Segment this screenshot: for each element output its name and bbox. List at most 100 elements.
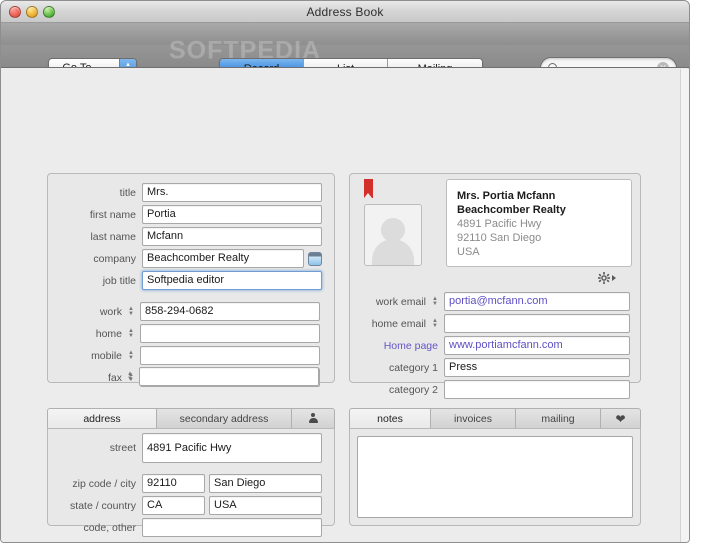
close-button[interactable] (9, 6, 21, 18)
minimize-button[interactable] (26, 6, 38, 18)
card-street: 4891 Pacific Hwy (457, 217, 621, 231)
field-row-category-2: category 2 (350, 380, 640, 399)
field-row-zip-city: zip code / city 92110 San Diego (48, 474, 334, 493)
tab-address-person[interactable] (292, 408, 335, 429)
company-picker-icon[interactable] (308, 252, 322, 266)
label-title: title (48, 187, 142, 199)
extra-phone-type-stepper[interactable]: ▲▼ (127, 372, 139, 382)
formatted-address-card[interactable]: Mrs. Portia Mcfann Beachcomber Realty 48… (446, 179, 632, 267)
notes-textarea[interactable] (357, 436, 633, 518)
card-name: Mrs. Portia Mcfann (457, 189, 621, 203)
tab-invoices[interactable]: invoices (431, 408, 516, 429)
notes-tab-strip[interactable]: notes invoices mailing ❤ (349, 408, 641, 429)
tab-mailing-notes[interactable]: mailing (516, 408, 601, 429)
input-home-email[interactable] (444, 314, 630, 333)
gear-menu-caret-icon (612, 275, 616, 281)
field-row-state-country: state / country CA USA (48, 496, 334, 515)
tab-secondary-address-label: secondary address (180, 413, 269, 425)
label-zip-city: zip code / city (48, 478, 142, 490)
mobile-phone-type-stepper[interactable]: ▲▼ (128, 351, 140, 361)
label-job-title: job title (48, 275, 142, 287)
field-row-mobile-phone: mobile ▲▼ (48, 346, 334, 365)
label-category-1: category 1 (350, 362, 444, 374)
go-to-stepper-icon[interactable]: ▲▼ (119, 59, 136, 68)
tab-notes-label: notes (377, 413, 403, 425)
field-row-code-other: code, other (48, 518, 334, 537)
input-home-page[interactable]: www.portiamcfann.com (444, 336, 630, 355)
address-panel: street 4891 Pacific Hwy zip code / city … (47, 428, 335, 526)
address-book-window: Address Book SOFTPEDIA www.softpedia.com… (0, 0, 690, 543)
input-mobile-phone[interactable] (140, 346, 320, 365)
go-to-popup-button[interactable]: Go To ... ▲▼ (48, 58, 137, 68)
input-last-name[interactable]: Mcfann (142, 227, 322, 246)
input-extra-phone[interactable] (139, 367, 319, 386)
card-citystate: 92110 San Diego (457, 231, 621, 245)
tab-address[interactable]: address (47, 408, 157, 429)
toolbar: SOFTPEDIA www.softpedia.com Go To ... ▲▼… (1, 23, 689, 68)
label-company: company (48, 253, 142, 265)
label-work-phone: work (48, 306, 128, 318)
input-first-name[interactable]: Portia (142, 205, 322, 224)
tab-mailing-notes-label: mailing (541, 413, 574, 425)
work-phone-type-stepper[interactable]: ▲▼ (128, 307, 140, 317)
field-row-street: street 4891 Pacific Hwy (48, 438, 334, 457)
field-row-first-name: first name Portia (48, 205, 334, 224)
input-company[interactable]: Beachcomber Realty (142, 249, 304, 268)
input-zip[interactable]: 92110 (142, 474, 205, 493)
tab-secondary-address[interactable]: secondary address (157, 408, 292, 429)
field-row-home-page: Home page www.portiamcfann.com (350, 336, 640, 355)
avatar-placeholder-body (372, 239, 414, 266)
tab-notes[interactable]: notes (349, 408, 431, 429)
home-email-type-stepper[interactable]: ▲▼ (432, 319, 444, 329)
card-options-gear-button[interactable] (598, 272, 616, 284)
tab-record[interactable]: Record (220, 59, 304, 68)
input-street[interactable]: 4891 Pacific Hwy (142, 433, 322, 463)
contact-photo-well[interactable] (364, 204, 422, 266)
contact-card-panel: Mrs. Portia Mcfann Beachcomber Realty 48… (349, 173, 641, 383)
tab-invoices-label: invoices (454, 413, 492, 425)
work-email-type-stepper[interactable]: ▲▼ (432, 297, 444, 307)
input-title[interactable]: Mrs. (142, 183, 322, 202)
input-job-title[interactable]: Softpedia editor (142, 271, 322, 290)
card-country: USA (457, 245, 621, 259)
field-row-company: company Beachcomber Realty (48, 249, 334, 268)
input-category-1[interactable]: Press (444, 358, 630, 377)
field-row-extra-phone: ▲▼ (47, 367, 333, 386)
home-phone-type-stepper[interactable]: ▲▼ (128, 329, 140, 339)
label-code-other: code, other (48, 522, 142, 534)
input-work-phone[interactable]: 858-294-0682 (140, 302, 320, 321)
notes-panel (349, 428, 641, 526)
tab-list[interactable]: List (304, 59, 388, 68)
input-category-2[interactable] (444, 380, 630, 399)
label-first-name: first name (48, 209, 142, 221)
bookmark-ribbon-icon[interactable] (364, 179, 373, 198)
view-mode-segmented-control[interactable]: Record List Mailing (219, 58, 483, 68)
tab-mailing[interactable]: Mailing (388, 59, 482, 68)
tab-address-label: address (83, 413, 120, 425)
input-state[interactable]: CA (142, 496, 205, 515)
input-work-email[interactable]: portia@mcfann.com (444, 292, 630, 311)
address-tab-strip[interactable]: address secondary address (47, 408, 335, 429)
label-home-page[interactable]: Home page (350, 340, 444, 352)
traffic-lights (9, 6, 55, 18)
tab-favorites[interactable]: ❤ (601, 408, 641, 429)
search-field[interactable]: ✕ (540, 57, 677, 68)
field-row-title: title Mrs. (48, 183, 334, 202)
field-row-last-name: last name Mcfann (48, 227, 334, 246)
label-mobile-phone: mobile (48, 350, 128, 362)
zoom-button[interactable] (43, 6, 55, 18)
field-row-home-phone: home ▲▼ (48, 324, 334, 343)
input-code-other[interactable] (142, 518, 322, 537)
input-country[interactable]: USA (209, 496, 322, 515)
label-home-phone: home (48, 328, 128, 340)
person-icon (309, 413, 318, 424)
label-home-email: home email (350, 318, 432, 330)
input-home-phone[interactable] (140, 324, 320, 343)
field-row-work-email: work email ▲▼ portia@mcfann.com (350, 292, 640, 311)
vertical-scrollbar[interactable] (680, 69, 689, 543)
heart-icon: ❤ (615, 413, 625, 425)
card-company: Beachcomber Realty (457, 203, 621, 217)
gear-icon (598, 272, 610, 284)
input-city[interactable]: San Diego (209, 474, 322, 493)
window-title: Address Book (1, 1, 689, 23)
